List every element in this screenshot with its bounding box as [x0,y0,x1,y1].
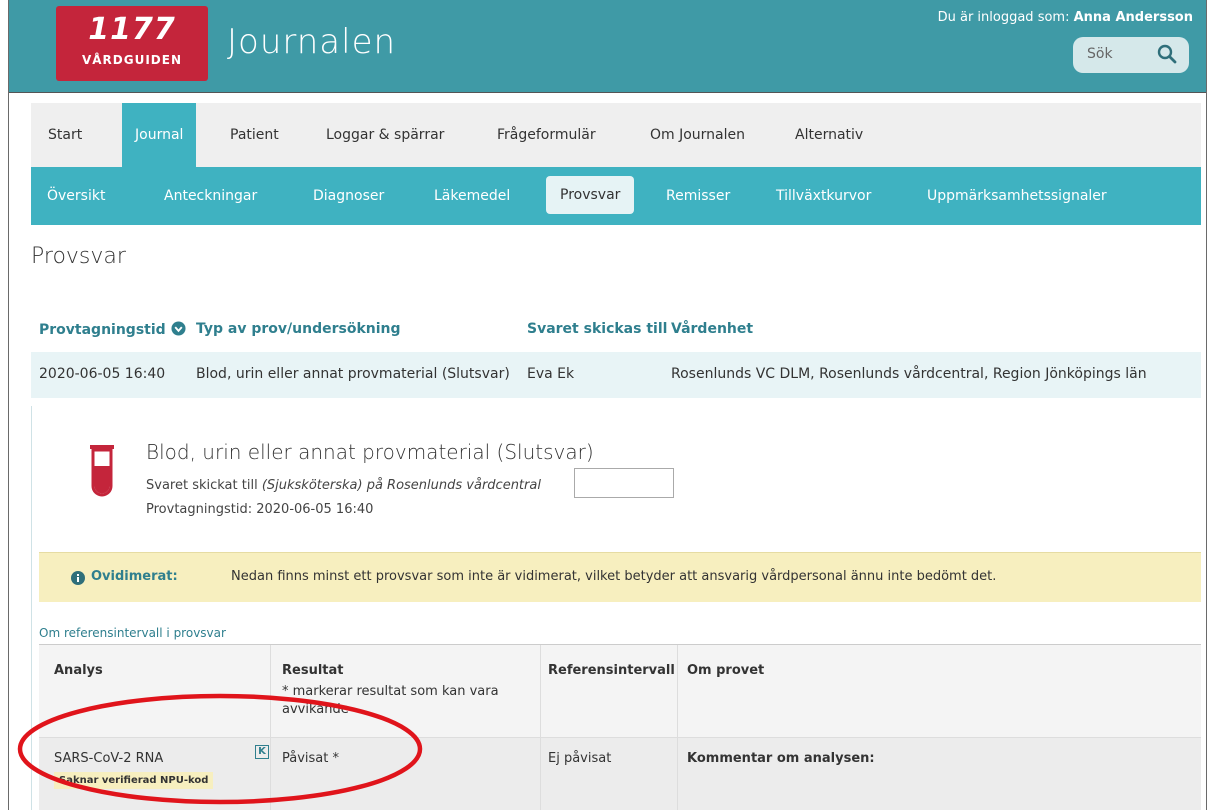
tab-patient[interactable]: Patient [217,103,292,167]
login-status: Du är inloggad som: Anna Andersson [938,10,1193,25]
reference-interval-link[interactable]: Om referensintervall i provsvar [39,626,226,640]
cell-om-provet: Kommentar om analysen: [687,751,875,766]
cell-vardenhet: Rosenlunds VC DLM, Rosenlunds vårdcentra… [671,366,1147,382]
col-vardenhet[interactable]: Vårdenhet [671,321,753,337]
tab-frageformular[interactable]: Frågeformulär [484,103,609,167]
primary-nav: Start Journal Patient Loggar & spärrar F… [9,93,1206,167]
highlight-ellipse [17,693,423,805]
unverified-warning: Ovidimerat: Nedan finns minst ett provsv… [39,552,1201,602]
column-divider [677,645,678,810]
col-provtagningstid[interactable]: Provtagningstid [39,321,186,338]
app-title: Journalen [227,22,397,62]
app-window: 1177 VÅRDGUIDEN Journalen Du är inloggad… [8,0,1207,810]
col-resultat: Resultat [282,663,344,678]
detail-title: Blod, urin eller annat provmaterial (Slu… [146,440,594,464]
tab-start[interactable]: Start [35,103,95,167]
cell-svaret-skickas-till: Eva Ek [527,366,575,382]
secondary-nav: Översikt Anteckningar Diagnoser Läkemede… [31,167,1201,225]
detail-time-label: Provtagningstid: [146,502,253,517]
primary-nav-bar [31,103,1201,167]
detail-sent-to: Svaret skickat till (Sjuksköterska) på R… [146,478,541,493]
login-prefix: Du är inloggad som: [937,10,1070,25]
detail-sent-role: (Sjuksköterska) på Rosenlunds vårdcentra… [261,478,541,493]
col-svaret-skickas-till[interactable]: Svaret skickas till [527,321,667,337]
info-icon [71,571,85,585]
detail-time-value: 2020-06-05 16:40 [256,502,374,517]
detail-sent-prefix: Svaret skickat till [146,478,258,493]
login-user: Anna Andersson [1073,10,1193,25]
test-tube-icon [90,445,114,497]
col-provtagningstid-label: Provtagningstid [39,322,166,338]
col-typ-av-prov[interactable]: Typ av prov/undersökning [196,321,401,337]
tab-loggar-sparrar[interactable]: Loggar & spärrar [313,103,457,167]
detail-time: Provtagningstid: 2020-06-05 16:40 [146,502,373,517]
subtab-diagnoser[interactable]: Diagnoser [313,167,384,225]
vardguiden-logo[interactable]: 1177 VÅRDGUIDEN [56,6,208,81]
site-header: 1177 VÅRDGUIDEN Journalen Du är inloggad… [9,0,1206,93]
subtab-provsvar[interactable]: Provsvar [546,176,635,214]
col-analys: Analys [54,663,103,678]
logo-number: 1177 [88,12,176,47]
subtab-anteckningar[interactable]: Anteckningar [164,167,257,225]
page-title: Provsvar [31,244,126,269]
tab-alternativ[interactable]: Alternativ [782,103,876,167]
search-label: Sök [1087,46,1113,62]
cell-referensintervall: Ej påvisat [548,751,612,766]
warning-label: Ovidimerat: [91,569,178,584]
subtab-oversikt[interactable]: Översikt [47,167,105,225]
subtab-lakemedel[interactable]: Läkemedel [434,167,510,225]
subtab-uppmarksamhetssignaler[interactable]: Uppmärksamhetssignaler [927,167,1107,225]
subtab-remisser[interactable]: Remisser [666,167,730,225]
cell-typ-av-prov: Blod, urin eller annat provmaterial (Slu… [196,366,510,382]
warning-text: Nedan finns minst ett provsvar som inte … [231,569,997,584]
column-divider [540,645,541,810]
subtab-tillvaxtkurvor[interactable]: Tillväxtkurvor [776,167,871,225]
col-om-provet: Om provet [687,663,765,678]
tab-journal[interactable]: Journal [122,103,197,167]
search-icon[interactable] [1157,44,1177,64]
tab-om-journalen[interactable]: Om Journalen [637,103,758,167]
logo-subtitle: VÅRDGUIDEN [81,53,183,67]
recipient-field[interactable] [574,468,674,498]
search-box[interactable]: Sök [1073,37,1189,73]
cell-provtagningstid: 2020-06-05 16:40 [39,366,166,382]
col-referensintervall: Referensintervall [548,663,675,678]
sort-down-icon[interactable] [171,321,186,336]
